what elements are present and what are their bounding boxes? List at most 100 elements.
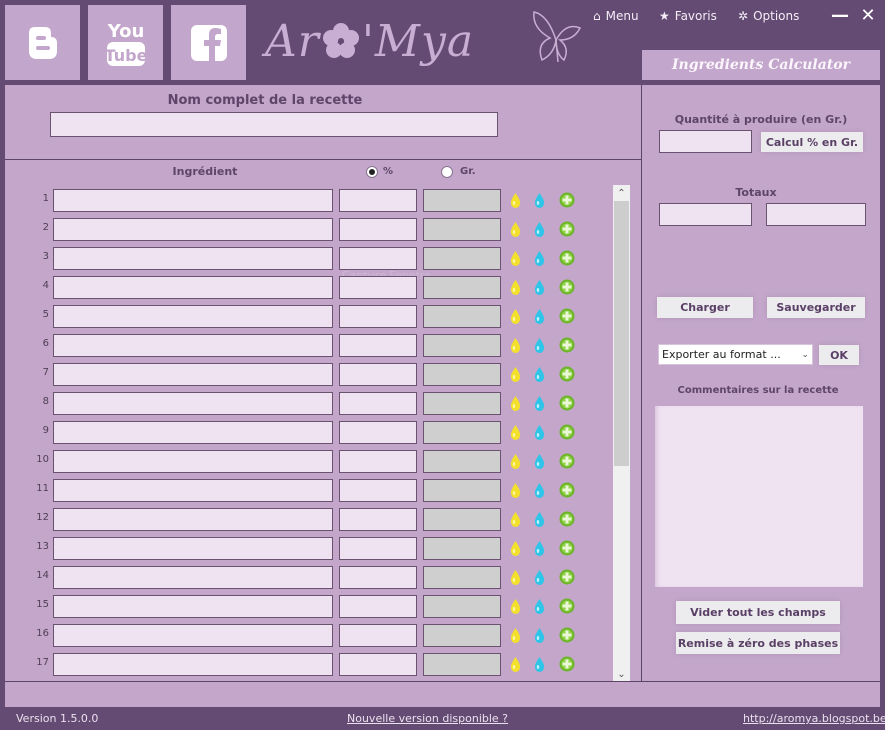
scroll-up-arrow[interactable]: ⌃ [613, 185, 630, 201]
ingredient-name-input[interactable] [53, 276, 333, 299]
ingredient-name-input[interactable] [53, 189, 333, 212]
yellow-drop-icon[interactable] [510, 425, 521, 444]
green-plus-icon[interactable] [559, 511, 575, 531]
ingredient-scrollbar[interactable]: ⌃ ⌄ [613, 185, 630, 682]
ingredient-value-input[interactable] [339, 479, 417, 502]
ingredient-name-input[interactable] [53, 305, 333, 328]
green-plus-icon[interactable] [559, 569, 575, 589]
yellow-drop-icon[interactable] [510, 512, 521, 531]
blue-drop-icon[interactable] [534, 628, 545, 647]
ingredient-value-input[interactable] [339, 218, 417, 241]
ingredient-value-input[interactable] [339, 305, 417, 328]
green-plus-icon[interactable] [559, 395, 575, 415]
favoris-button[interactable]: ★ Favoris [659, 8, 717, 24]
total-grams-field[interactable] [766, 203, 866, 226]
ingredient-name-input[interactable] [53, 421, 333, 444]
ingredient-name-input[interactable] [53, 363, 333, 386]
calculate-grams-button[interactable]: Calcul % en Gr. [761, 132, 863, 152]
yellow-drop-icon[interactable] [510, 483, 521, 502]
total-percent-field[interactable] [659, 203, 752, 226]
ingredient-value-input[interactable] [339, 189, 417, 212]
green-plus-icon[interactable] [559, 598, 575, 618]
ingredient-value-input[interactable] [339, 247, 417, 270]
blue-drop-icon[interactable] [534, 483, 545, 502]
yellow-drop-icon[interactable] [510, 570, 521, 589]
quantity-input[interactable] [659, 130, 752, 153]
green-plus-icon[interactable] [559, 540, 575, 560]
facebook-button[interactable] [171, 5, 246, 80]
website-link[interactable]: http://aromya.blogspot.be [743, 712, 885, 725]
yellow-drop-icon[interactable] [510, 628, 521, 647]
ingredient-name-input[interactable] [53, 479, 333, 502]
green-plus-icon[interactable] [559, 221, 575, 241]
close-button[interactable]: ✕ [858, 4, 878, 26]
ingredient-value-input[interactable] [339, 276, 417, 299]
ingredient-value-input[interactable] [339, 537, 417, 560]
blue-drop-icon[interactable] [534, 599, 545, 618]
ingredient-name-input[interactable] [53, 508, 333, 531]
ingredient-value-input[interactable] [339, 334, 417, 357]
blue-drop-icon[interactable] [534, 309, 545, 328]
yellow-drop-icon[interactable] [510, 309, 521, 328]
green-plus-icon[interactable] [559, 656, 575, 676]
green-plus-icon[interactable] [559, 337, 575, 357]
green-plus-icon[interactable] [559, 424, 575, 444]
yellow-drop-icon[interactable] [510, 541, 521, 560]
ingredient-value-input[interactable] [339, 421, 417, 444]
blue-drop-icon[interactable] [534, 338, 545, 357]
ingredient-name-input[interactable] [53, 334, 333, 357]
blue-drop-icon[interactable] [534, 657, 545, 676]
update-link[interactable]: Nouvelle version disponible ? [347, 712, 508, 725]
blue-drop-icon[interactable] [534, 541, 545, 560]
blue-drop-icon[interactable] [534, 193, 545, 212]
yellow-drop-icon[interactable] [510, 193, 521, 212]
blue-drop-icon[interactable] [534, 454, 545, 473]
ingredient-value-input[interactable] [339, 653, 417, 676]
green-plus-icon[interactable] [559, 192, 575, 212]
export-ok-button[interactable]: OK [819, 345, 859, 365]
green-plus-icon[interactable] [559, 366, 575, 386]
ingredient-name-input[interactable] [53, 595, 333, 618]
youtube-button[interactable]: You Tube [88, 5, 163, 80]
unit-grams-radio[interactable] [441, 166, 453, 178]
scroll-thumb[interactable] [614, 201, 629, 466]
blogger-button[interactable] [5, 5, 80, 80]
ingredient-name-input[interactable] [53, 450, 333, 473]
ingredient-value-input[interactable] [339, 595, 417, 618]
yellow-drop-icon[interactable] [510, 367, 521, 386]
ingredient-value-input[interactable] [339, 392, 417, 415]
ingredient-name-input[interactable] [53, 247, 333, 270]
blue-drop-icon[interactable] [534, 367, 545, 386]
load-button[interactable]: Charger [657, 297, 753, 318]
ingredient-value-input[interactable] [339, 363, 417, 386]
yellow-drop-icon[interactable] [510, 396, 521, 415]
yellow-drop-icon[interactable] [510, 251, 521, 270]
green-plus-icon[interactable] [559, 279, 575, 299]
ingredient-value-input[interactable] [339, 566, 417, 589]
options-button[interactable]: ✲ Options [738, 8, 799, 24]
comments-textarea[interactable] [655, 406, 863, 587]
ingredient-value-input[interactable] [339, 508, 417, 531]
blue-drop-icon[interactable] [534, 396, 545, 415]
recipe-name-input[interactable] [50, 112, 498, 137]
yellow-drop-icon[interactable] [510, 599, 521, 618]
ingredient-name-input[interactable] [53, 537, 333, 560]
minimize-button[interactable]: — [830, 4, 850, 26]
green-plus-icon[interactable] [559, 482, 575, 502]
ingredient-name-input[interactable] [53, 624, 333, 647]
ingredient-name-input[interactable] [53, 218, 333, 241]
blue-drop-icon[interactable] [534, 570, 545, 589]
green-plus-icon[interactable] [559, 308, 575, 328]
yellow-drop-icon[interactable] [510, 454, 521, 473]
menu-button[interactable]: ⌂ Menu [593, 8, 639, 24]
clear-fields-button[interactable]: Vider tout les champs [676, 601, 840, 624]
blue-drop-icon[interactable] [534, 512, 545, 531]
save-button[interactable]: Sauvegarder [767, 297, 865, 318]
export-format-select[interactable]: Exporter au format ... ⌄ [658, 344, 813, 365]
blue-drop-icon[interactable] [534, 222, 545, 241]
ingredient-value-input[interactable] [339, 624, 417, 647]
ingredient-name-input[interactable] [53, 566, 333, 589]
blue-drop-icon[interactable] [534, 280, 545, 299]
green-plus-icon[interactable] [559, 627, 575, 647]
blue-drop-icon[interactable] [534, 251, 545, 270]
